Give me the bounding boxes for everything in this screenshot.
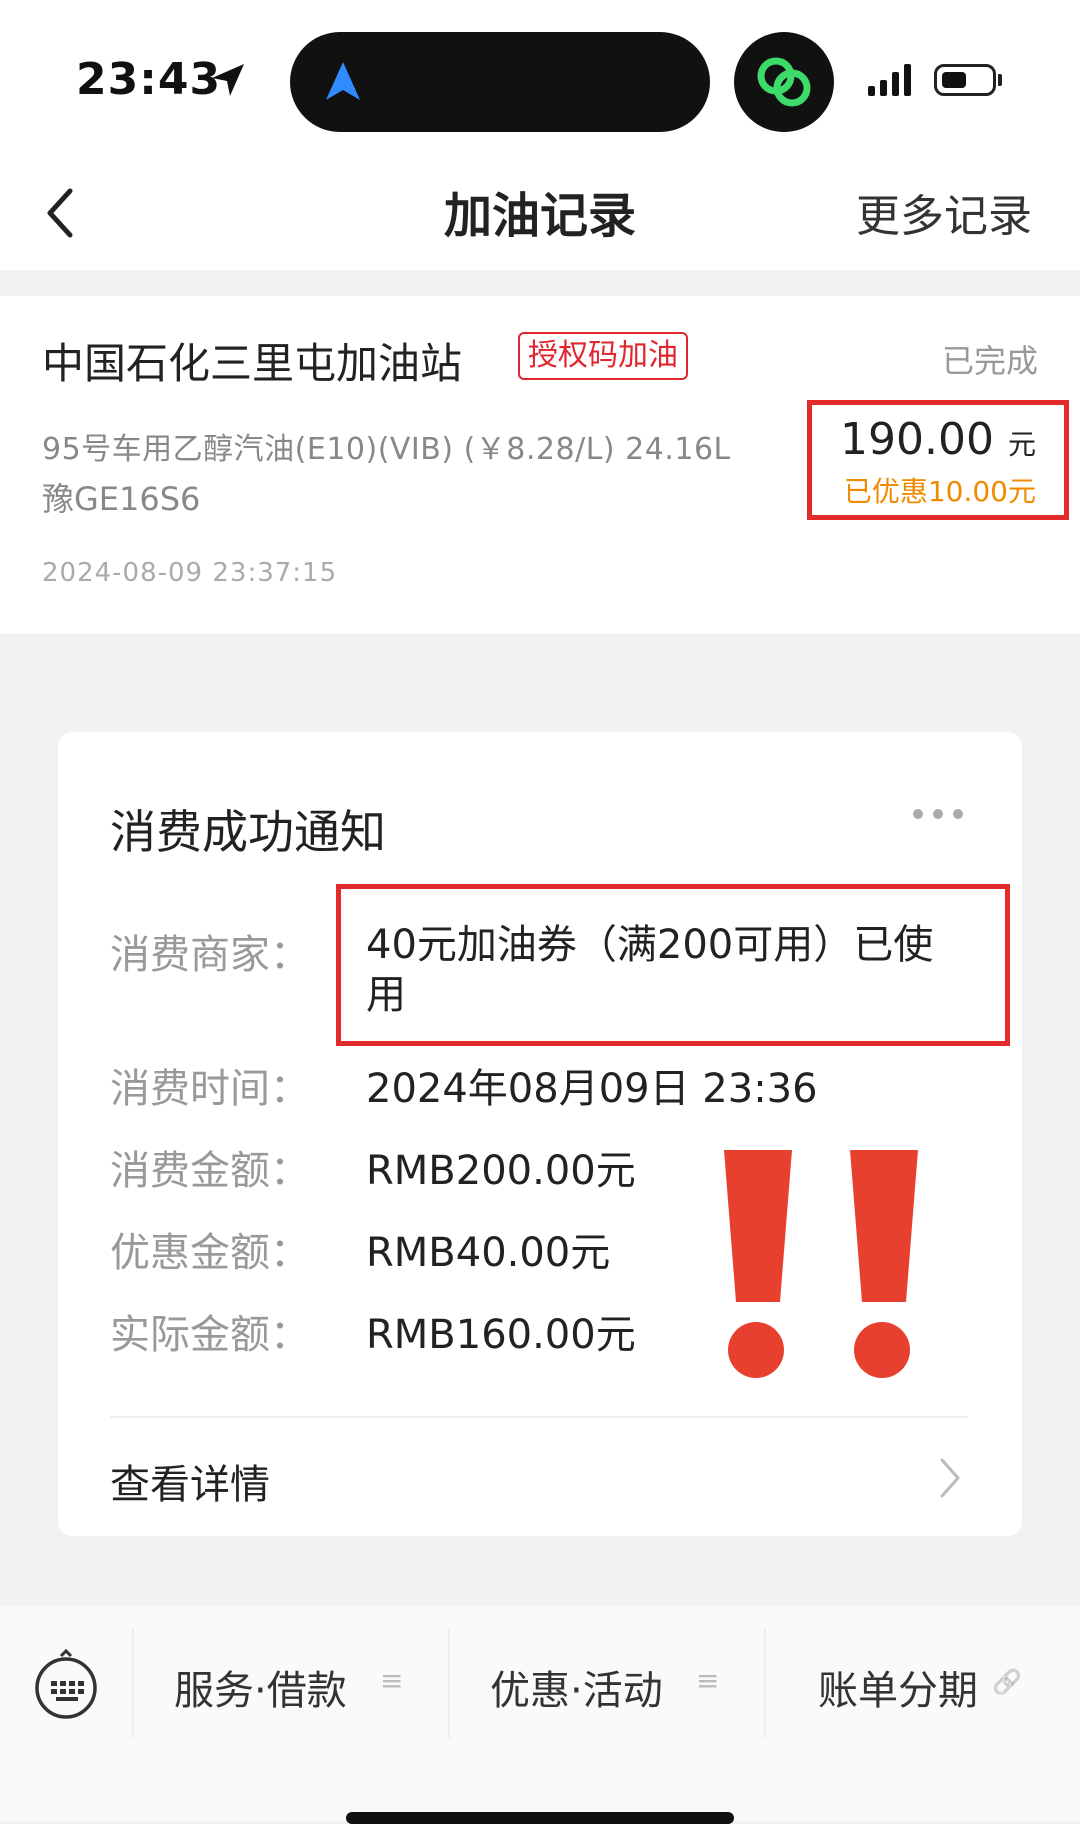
actual-label: 实际金额：	[110, 1312, 310, 1358]
link-app-icon	[757, 57, 811, 107]
view-details-link[interactable]: 查看详情	[110, 1452, 270, 1510]
amount-value: RMB200.00元	[366, 1148, 636, 1194]
keyboard-icon[interactable]	[32, 1648, 100, 1720]
status-time: 23:43	[76, 54, 222, 105]
navigation-icon	[326, 62, 360, 100]
menu-separator	[132, 1628, 134, 1738]
exclamation-icon	[724, 1150, 792, 1378]
discount-label: 优惠金额：	[110, 1230, 310, 1276]
actual-value: RMB160.00元	[366, 1312, 636, 1358]
menu-item-service-loan[interactable]: 服务·借款	[174, 1658, 347, 1716]
menu-item-offers-events[interactable]: 优惠·活动	[490, 1658, 663, 1716]
merchant-label: 消费商家：	[110, 932, 310, 978]
exclamation-icon	[850, 1150, 918, 1378]
app-activity-indicator	[734, 32, 834, 132]
signal-icon	[868, 64, 911, 96]
link-icon: 🔗	[992, 1668, 1022, 1696]
highlight-box-merchant	[336, 884, 1010, 1046]
notification-title: 消费成功通知	[110, 805, 386, 859]
time-value: 2024年08月09日 23:36	[366, 1066, 818, 1112]
chevron-right-icon[interactable]	[938, 1456, 962, 1500]
menu-icon: ≡	[380, 1664, 404, 1697]
battery-cap	[998, 74, 1002, 86]
fuel-info: 95号车用乙醇汽油(E10)(VIB) (￥8.28/L) 24.16L	[42, 432, 731, 467]
card-divider	[110, 1416, 968, 1418]
license-plate: 豫GE16S6	[42, 480, 201, 518]
highlight-box-amount	[807, 400, 1069, 520]
auth-code-tag: 授权码加油	[518, 332, 688, 380]
home-indicator[interactable]	[346, 1812, 734, 1824]
menu-separator	[764, 1628, 766, 1738]
menu-separator	[448, 1628, 450, 1738]
station-name: 中国石化三里屯加油站	[42, 339, 463, 388]
discount-value: RMB40.00元	[366, 1230, 611, 1276]
location-arrow-icon	[212, 64, 244, 96]
menu-item-installment[interactable]: 账单分期	[818, 1658, 978, 1716]
amount-label: 消费金额：	[110, 1148, 310, 1194]
menu-icon: ≡	[696, 1664, 720, 1697]
record-datetime: 2024-08-09 23:37:15	[42, 558, 338, 588]
time-label: 消费时间：	[110, 1066, 310, 1112]
more-records-button[interactable]: 更多记录	[856, 180, 1032, 244]
battery-icon	[934, 64, 996, 96]
status-label: 已完成	[941, 342, 1038, 380]
more-options-icon[interactable]	[910, 804, 966, 824]
